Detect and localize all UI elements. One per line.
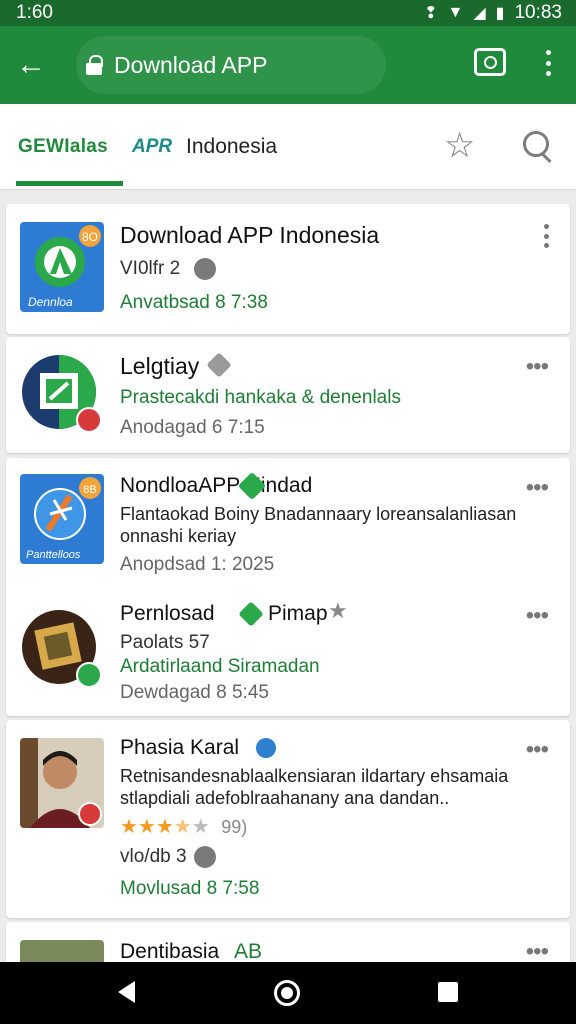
star-icon: ★ [328, 598, 348, 623]
app-download-info: Anvatbsad 8 7:38 [120, 292, 268, 313]
app-icon: 8O Dennloa [20, 222, 104, 312]
tab-bar: GEWIalas APR Indonesia ☆ [0, 104, 576, 190]
rating-stars: ★★★★★ 99) [120, 816, 248, 838]
icon-badge-text: 8O [82, 230, 98, 244]
app-download-info: Anopdsad 1: 2025 [120, 554, 275, 575]
back-arrow-icon[interactable]: ← [0, 26, 62, 104]
app-description: Prastecakdi hankaka & denenlals [120, 387, 401, 408]
app-title: Dentibasia [120, 940, 220, 963]
search-icon[interactable] [518, 128, 558, 168]
url-text: Download APP [114, 51, 268, 78]
browser-app-bar: ← Download APP [0, 26, 576, 104]
verified-icon [256, 738, 276, 758]
tag-icon [206, 352, 232, 378]
app-card[interactable]: Lelgtiay Prastecakdi hankaka & denenlals… [6, 337, 570, 453]
status-clock: 10:83 [514, 2, 562, 23]
nav-recent-icon[interactable] [438, 982, 458, 1002]
app-row[interactable]: Pernlosad Pimap ★ Paolats 57 Ardatirlaan… [6, 590, 570, 716]
app-description: Ardatirlaand Siramadan [120, 656, 320, 677]
app-title: Pernlosad [120, 602, 215, 625]
camera-icon[interactable] [474, 48, 506, 76]
info-icon [194, 846, 216, 868]
app-version: Paolats 57 [120, 632, 210, 653]
active-tab-indicator [16, 181, 123, 186]
info-icon [194, 258, 216, 280]
more-horizontal-icon[interactable]: ••• [526, 353, 549, 381]
url-bar[interactable]: Download APP [76, 36, 386, 94]
app-title: Lelgtiay [120, 353, 200, 379]
app-icon: 8B Panttelloos [20, 474, 104, 564]
overflow-menu-icon[interactable] [536, 48, 560, 78]
app-version: vlo/db 3 [120, 846, 187, 867]
system-nav-bar [0, 962, 576, 1024]
app-download-info: Movlusad 8 7:58 [120, 878, 260, 899]
app-title: Download APP Indonesia [120, 222, 380, 248]
status-bar: 1:60 ❢ ▼ ◢ ▮ 10:83 [0, 0, 576, 26]
star-icon[interactable]: ☆ [444, 126, 475, 166]
badge-icon [76, 407, 102, 433]
more-horizontal-icon[interactable]: ••• [526, 474, 549, 502]
app-download-info: Anodagad 6 7:15 [120, 417, 265, 438]
app-title-suffix: Pimap [268, 602, 328, 625]
app-card[interactable]: Phasia Karal Retnisandesnablaalkensiaran… [6, 720, 570, 918]
nav-home-icon[interactable] [274, 980, 300, 1006]
app-icon [20, 738, 104, 828]
vibrate-icon: ❢ [424, 5, 438, 22]
app-row[interactable]: 8B Panttelloos NondloaAPP Hindad Flantao… [6, 458, 570, 584]
badge-icon [76, 662, 102, 688]
lock-icon [86, 55, 103, 75]
more-horizontal-icon[interactable]: ••• [526, 602, 549, 630]
tab-gewialas[interactable]: GEWIalas [18, 104, 108, 190]
app-description-2: onnashi keriay [120, 526, 237, 546]
signal-icon: ◢ [473, 5, 486, 22]
app-card[interactable]: 8O Dennloa Download APP Indonesia VI0lfr… [6, 204, 570, 334]
app-download-info: Dewdagad 8 5:45 [120, 682, 269, 703]
tab-apr[interactable]: APR [132, 104, 172, 190]
app-description: Flantaokad Boiny Bnadannaary loreansalan… [120, 504, 517, 524]
nav-back-icon[interactable] [118, 981, 135, 1003]
icon-badge-text: 8B [83, 484, 96, 496]
app-title: NondloaAPP Hindad [120, 474, 313, 497]
app-description: Retnisandesnablaalkensiaran ildartary eh… [120, 766, 509, 786]
more-horizontal-icon[interactable]: ••• [526, 736, 549, 764]
battery-icon: ▮ [495, 5, 505, 22]
verified-icon [238, 601, 264, 627]
app-description-2: stlapdiali adefoblraahanany ana dandan.. [120, 788, 450, 808]
app-card-group: 8B Panttelloos NondloaAPP Hindad Flantao… [6, 458, 570, 716]
icon-caption: Dennloa [28, 295, 73, 309]
tab-indonesia[interactable]: Indonesia [186, 104, 277, 190]
icon-caption: Panttelloos [26, 549, 81, 561]
app-logo-icon: 8O Dennloa [28, 225, 101, 309]
avatar [20, 738, 102, 828]
overflow-menu-icon[interactable] [542, 224, 550, 248]
app-logo-icon: 8B Panttelloos [26, 477, 101, 561]
app-title: Phasia Karal [120, 736, 240, 759]
app-title-suffix: AB [234, 940, 263, 963]
status-icons: ❢ ▼ ◢ ▮ 10:83 [424, 2, 562, 24]
status-time: 1:60 [16, 2, 53, 23]
app-version: VI0lfr 2 [120, 258, 181, 279]
rating-count: 99) [221, 817, 248, 837]
wifi-icon: ▼ [447, 4, 464, 21]
